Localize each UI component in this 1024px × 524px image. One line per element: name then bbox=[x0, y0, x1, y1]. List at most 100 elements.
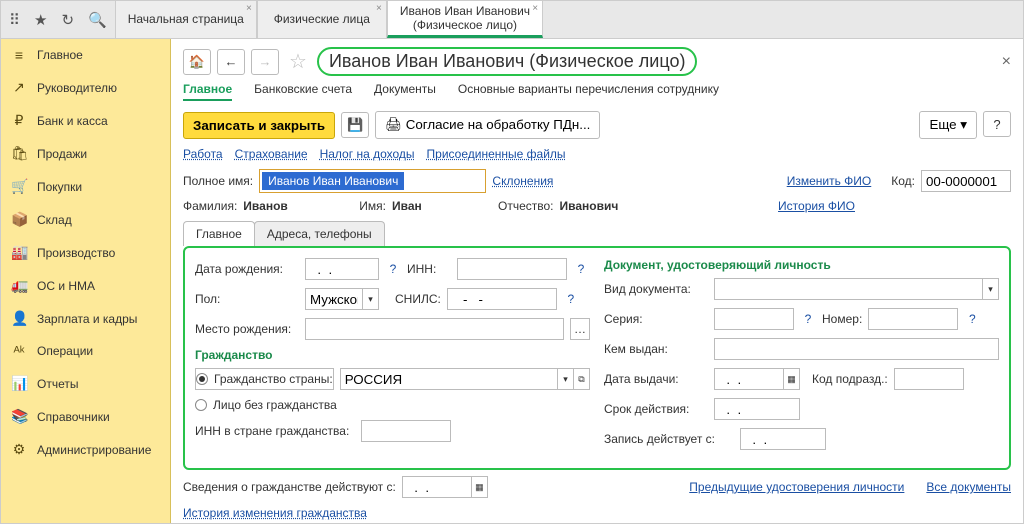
series-hint-icon[interactable]: ? bbox=[800, 310, 816, 328]
content: 🏠 ← → ☆ Иванов Иван Иванович (Физическое… bbox=[171, 39, 1023, 523]
pob-label: Место рождения: bbox=[195, 322, 299, 336]
nav-icon: ≡ bbox=[11, 47, 27, 63]
sidebar-item[interactable]: 📚Справочники bbox=[1, 400, 170, 433]
issue-date-input[interactable]: ▦ bbox=[714, 368, 800, 390]
sidebar-item[interactable]: 👤Зарплата и кадры bbox=[1, 302, 170, 335]
chevron-down-icon[interactable]: ▾ bbox=[362, 289, 378, 309]
sidebar-item[interactable]: 🛒Покупки bbox=[1, 170, 170, 203]
full-name-input[interactable]: Иванов Иван Иванович bbox=[259, 169, 486, 193]
help-button[interactable]: ? bbox=[983, 111, 1011, 137]
calendar-icon[interactable]: ▦ bbox=[471, 477, 487, 497]
nav-icon: 🛒 bbox=[11, 178, 27, 195]
details-box: Дата рождения: ? ИНН: ? Пол: ▾ СНИЛС: bbox=[183, 246, 1011, 470]
issued-input[interactable] bbox=[714, 338, 999, 360]
link[interactable]: Работа bbox=[183, 147, 223, 161]
subtab[interactable]: Основные варианты перечисления сотрудник… bbox=[458, 82, 719, 101]
nav-icon: 📚 bbox=[11, 408, 27, 425]
close-icon[interactable]: × bbox=[1002, 53, 1011, 71]
sidebar-item[interactable]: 🏭Производство bbox=[1, 236, 170, 269]
apps-icon[interactable]: ⠿ bbox=[9, 11, 20, 29]
inner-tab[interactable]: Главное bbox=[183, 221, 255, 246]
inner-tab[interactable]: Адреса, телефоны bbox=[254, 221, 385, 246]
citizen-country-select[interactable]: ▾ ⧉ bbox=[340, 368, 590, 390]
radio-stateless[interactable]: Лицо без гражданства bbox=[195, 398, 337, 412]
record-from-input[interactable] bbox=[740, 428, 826, 450]
close-icon[interactable]: × bbox=[532, 3, 538, 15]
last-name-value: Иванов bbox=[243, 199, 353, 213]
sidebar-item[interactable]: 📊Отчеты bbox=[1, 367, 170, 400]
sidebar-item[interactable]: 🛍Продажи bbox=[1, 137, 170, 170]
number-input[interactable] bbox=[868, 308, 958, 330]
full-name-label: Полное имя: bbox=[183, 174, 253, 188]
sidebar-item[interactable]: ↗Руководителю bbox=[1, 71, 170, 104]
number-hint-icon[interactable]: ? bbox=[964, 310, 980, 328]
sex-select[interactable]: ▾ bbox=[305, 288, 379, 310]
star-icon[interactable]: ★ bbox=[34, 11, 47, 29]
favorite-icon[interactable]: ☆ bbox=[285, 49, 311, 74]
calendar-icon[interactable]: ▦ bbox=[783, 369, 799, 389]
inn-hint-icon[interactable]: ? bbox=[573, 260, 589, 278]
doc-type-select[interactable]: ▾ bbox=[714, 278, 999, 300]
dob-hint-icon[interactable]: ? bbox=[385, 260, 401, 278]
citizenship-from-input[interactable]: ▦ bbox=[402, 476, 488, 498]
open-icon[interactable]: ⧉ bbox=[573, 369, 589, 389]
forward-button[interactable]: → bbox=[251, 49, 279, 75]
subtab[interactable]: Главное bbox=[183, 82, 232, 101]
snils-hint-icon[interactable]: ? bbox=[563, 290, 579, 308]
consent-button[interactable]: 🖨 Согласие на обработку ПДн... bbox=[375, 111, 600, 139]
doc-type-label: Вид документа: bbox=[604, 282, 708, 296]
link[interactable]: Налог на доходы bbox=[320, 147, 415, 161]
prev-docs-link[interactable]: Предыдущие удостоверения личности bbox=[689, 480, 904, 494]
snils-input[interactable] bbox=[447, 288, 557, 310]
subtab[interactable]: Банковские счета bbox=[254, 82, 352, 101]
link[interactable]: Присоединенные файлы bbox=[427, 147, 566, 161]
sidebar-item[interactable]: ⚙Администрирование bbox=[1, 433, 170, 466]
dept-code-input[interactable] bbox=[894, 368, 964, 390]
nav-icon: 📦 bbox=[11, 211, 27, 228]
sidebar-item[interactable]: 📦Склад bbox=[1, 203, 170, 236]
back-button[interactable]: ← bbox=[217, 49, 245, 75]
close-icon[interactable]: × bbox=[376, 3, 382, 15]
radio-citizen-country[interactable]: Гражданство страны: bbox=[195, 368, 334, 390]
history-fio-link[interactable]: История ФИО bbox=[778, 199, 855, 213]
pob-input[interactable] bbox=[305, 318, 564, 340]
series-input[interactable] bbox=[714, 308, 794, 330]
citizenship-history-link[interactable]: История изменения гражданства bbox=[183, 506, 367, 520]
nav-icon: ⚙ bbox=[11, 441, 27, 458]
dept-code-label: Код подразд.: bbox=[812, 372, 888, 386]
page-title: Иванов Иван Иванович (Физическое лицо) bbox=[317, 47, 698, 76]
save-close-button[interactable]: Записать и закрыть bbox=[183, 112, 335, 139]
nav-icon: ᴬᵏ bbox=[11, 343, 27, 359]
history-icon[interactable]: ↻ bbox=[61, 11, 74, 29]
sidebar-item[interactable]: ᴬᵏОперации bbox=[1, 335, 170, 367]
home-button[interactable]: 🏠 bbox=[183, 49, 211, 75]
first-name-label: Имя: bbox=[359, 199, 386, 213]
save-button[interactable]: 💾 bbox=[341, 112, 369, 138]
more-button[interactable]: Еще ▾ bbox=[919, 111, 977, 139]
valid-input[interactable] bbox=[714, 398, 800, 420]
code-field[interactable] bbox=[921, 170, 1011, 192]
sidebar: ≡Главное↗Руководителю₽Банк и касса🛍Прода… bbox=[1, 39, 171, 523]
change-fio-link[interactable]: Изменить ФИО bbox=[787, 174, 872, 188]
all-docs-link[interactable]: Все документы bbox=[926, 480, 1011, 494]
tab[interactable]: Начальная страница× bbox=[115, 1, 257, 38]
close-icon[interactable]: × bbox=[246, 3, 252, 15]
inn-input[interactable] bbox=[457, 258, 567, 280]
sidebar-item[interactable]: 🚛ОС и НМА bbox=[1, 269, 170, 302]
link[interactable]: Страхование bbox=[235, 147, 308, 161]
code-label: Код: bbox=[891, 174, 915, 188]
sidebar-item[interactable]: ≡Главное bbox=[1, 39, 170, 71]
foreign-inn-input[interactable] bbox=[361, 420, 451, 442]
subtabs: Главное Банковские счета Документы Основные… bbox=[183, 82, 1011, 101]
sidebar-item[interactable]: ₽Банк и касса bbox=[1, 104, 170, 137]
citizenship-header: Гражданство bbox=[195, 348, 590, 362]
declensions-link[interactable]: Склонения bbox=[492, 174, 553, 188]
tab[interactable]: Иванов Иван Иванович(Физическое лицо)× bbox=[387, 1, 543, 38]
subtab[interactable]: Документы bbox=[374, 82, 436, 101]
chevron-down-icon[interactable]: ▾ bbox=[557, 369, 573, 389]
search-icon[interactable]: 🔍 bbox=[88, 11, 107, 29]
tab[interactable]: Физические лица× bbox=[257, 1, 387, 38]
chevron-down-icon[interactable]: ▾ bbox=[982, 279, 998, 299]
pob-dots-button[interactable]: … bbox=[570, 318, 590, 340]
dob-input[interactable] bbox=[305, 258, 379, 280]
